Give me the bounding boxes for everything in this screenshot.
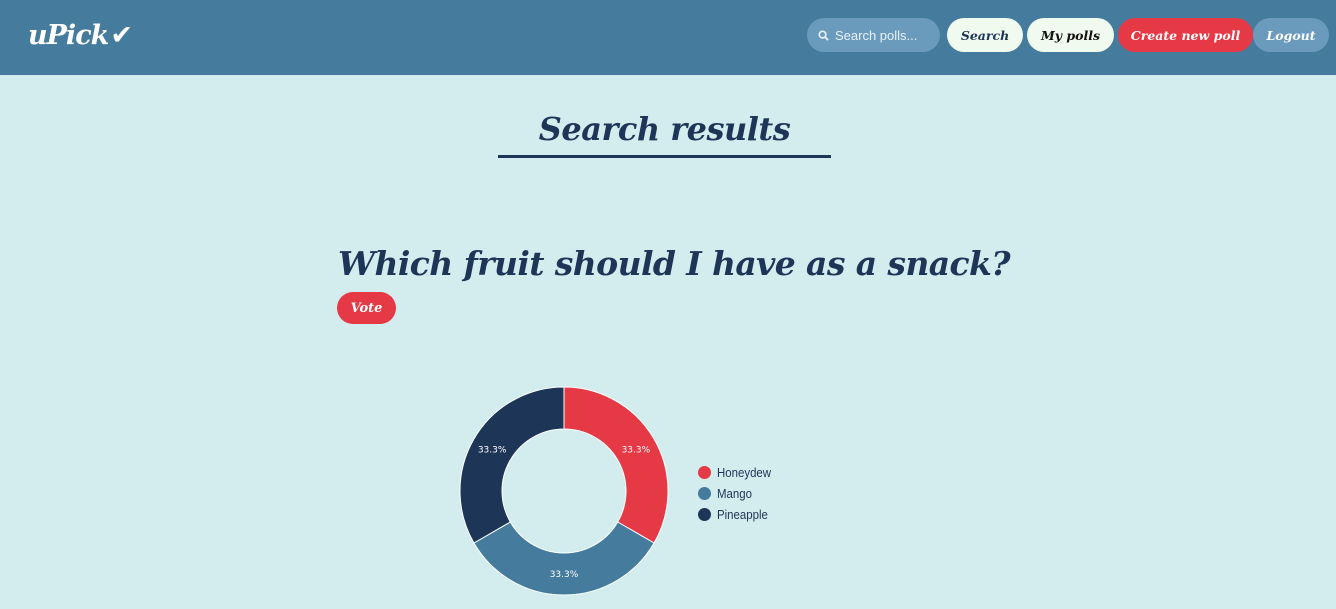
logout-button[interactable]: Logout: [1253, 18, 1329, 52]
logo-text: uPick: [28, 20, 109, 51]
legend-item-mango[interactable]: Mango: [698, 483, 778, 504]
chart-slice-pineapple[interactable]: [459, 386, 565, 544]
search-box[interactable]: [807, 18, 940, 52]
navbar: uPick✔ Search My polls Create new poll L…: [0, 0, 1336, 75]
vote-button[interactable]: Vote: [337, 292, 396, 324]
legend-item-pineapple[interactable]: Pineapple: [698, 504, 778, 525]
legend-item-honeydew[interactable]: Honeydew: [698, 462, 778, 483]
poll-question: Which fruit should I have as a snack?: [338, 244, 1011, 283]
logo[interactable]: uPick✔: [28, 20, 133, 51]
create-new-poll-button[interactable]: Create new poll: [1118, 18, 1253, 52]
chart-slice-mango[interactable]: [473, 521, 655, 596]
search-button[interactable]: Search: [947, 18, 1023, 52]
chart-legend: Honeydew Mango Pineapple: [698, 462, 778, 525]
legend-swatch: [698, 466, 711, 479]
my-polls-button[interactable]: My polls: [1027, 18, 1114, 52]
doughnut-chart: 33.3% 33.3% 33.3%: [459, 386, 669, 596]
legend-swatch: [698, 487, 711, 500]
search-input[interactable]: [835, 27, 935, 43]
check-icon: ✔: [110, 20, 133, 51]
page-title: Search results: [538, 110, 791, 148]
title-underline: [498, 155, 831, 158]
slice-label-pineapple: 33.3%: [478, 446, 507, 456]
legend-label: Honeydew: [717, 465, 772, 480]
legend-label: Pineapple: [717, 507, 768, 522]
legend-label: Mango: [717, 486, 752, 501]
search-icon: [818, 29, 829, 41]
slice-label-honeydew: 33.3%: [622, 446, 651, 456]
slice-label-mango: 33.3%: [550, 570, 579, 580]
chart-slice-honeydew[interactable]: [563, 386, 669, 544]
legend-swatch: [698, 508, 711, 521]
